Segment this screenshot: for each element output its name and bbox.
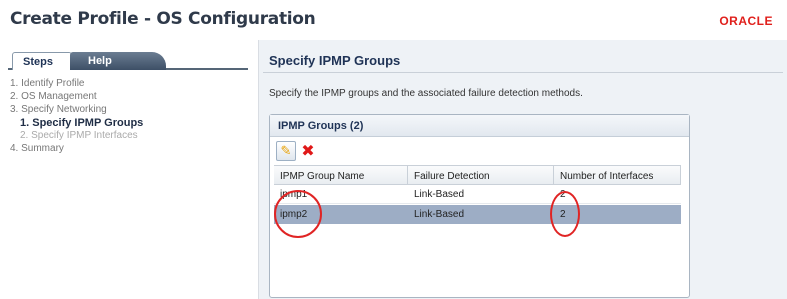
add-icon: ✎ <box>280 143 292 158</box>
page-header: Create Profile - OS Configuration ORACLE <box>0 0 787 38</box>
left-tabs: Steps Help <box>8 48 248 70</box>
column-header-number-of-interfaces[interactable]: Number of Interfaces <box>554 166 681 186</box>
main-content: Specify IPMP Groups Specify the IPMP gro… <box>258 40 787 299</box>
step-specify-ipmp-groups: 1. Specify IPMP Groups <box>20 117 144 129</box>
section-divider <box>263 72 783 73</box>
column-header-group-name[interactable]: IPMP Group Name <box>274 166 408 186</box>
column-header-failure-detection[interactable]: Failure Detection <box>408 166 554 186</box>
step-os-management[interactable]: 2. OS Management <box>10 91 143 104</box>
delete-group-button[interactable]: ✖ <box>298 141 318 161</box>
step-identify-profile[interactable]: 1. Identify Profile <box>10 78 143 91</box>
left-pane: Steps Help 1. Identify Profile 2. OS Man… <box>0 40 256 299</box>
cell-group-name: ipmp1 <box>280 189 308 200</box>
cell-group-name: ipmp2 <box>280 209 308 220</box>
page-title: Create Profile - OS Configuration <box>10 9 316 29</box>
cell-failure-detection: Link-Based <box>414 209 465 220</box>
panel-header: IPMP Groups (2) <box>270 115 689 137</box>
step-specify-networking[interactable]: 3. Specify Networking <box>10 104 143 117</box>
tab-help[interactable]: Help <box>70 52 166 70</box>
oracle-logo: ORACLE <box>719 14 773 28</box>
step-summary[interactable]: 4. Summary <box>10 143 143 156</box>
cell-number-of-interfaces: 2 <box>560 209 566 220</box>
table-header: IPMP Group Name Failure Detection Number… <box>274 165 681 186</box>
step-specify-ipmp-interfaces: 2. Specify IPMP Interfaces <box>20 130 138 141</box>
section-title: Specify IPMP Groups <box>269 53 401 68</box>
add-group-button[interactable]: ✎ <box>276 141 296 161</box>
ipmp-groups-panel: IPMP Groups (2) ✎ ✖ IPMP Group Name Fail… <box>269 114 690 298</box>
section-description: Specify the IPMP groups and the associat… <box>269 88 583 99</box>
cell-number-of-interfaces: 2 <box>560 189 566 200</box>
tab-steps[interactable]: Steps <box>12 52 72 70</box>
steps-list: 1. Identify Profile 2. OS Management 3. … <box>10 78 143 156</box>
table-row-selected[interactable]: ipmp2 Link-Based 2 <box>274 205 681 224</box>
panel-title: IPMP Groups (2) <box>278 120 364 132</box>
table-row[interactable]: ipmp1 Link-Based 2 <box>274 185 681 204</box>
delete-icon: ✖ <box>301 143 315 160</box>
cell-failure-detection: Link-Based <box>414 189 465 200</box>
